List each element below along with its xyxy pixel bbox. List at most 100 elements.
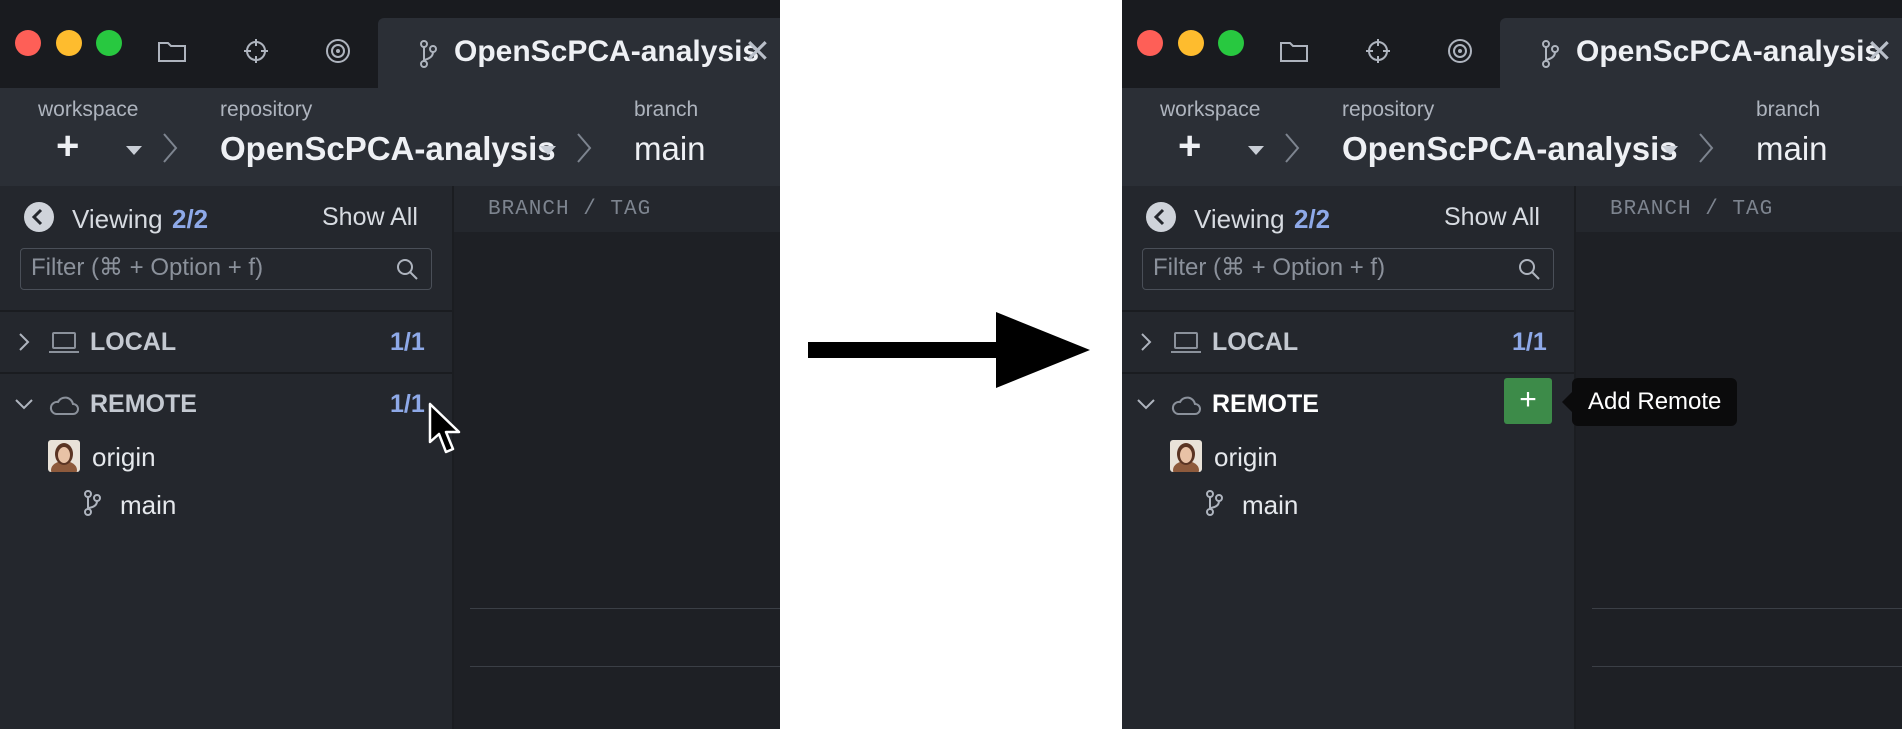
maximize-window-button[interactable] [96,30,122,56]
close-window-button[interactable] [15,30,41,56]
radar-icon[interactable] [1444,36,1476,66]
workspace-label: workspace [38,98,139,121]
add-workspace-button[interactable]: + [1178,124,1201,169]
minimize-window-button[interactable] [56,30,82,56]
chevron-right-icon[interactable] [14,332,34,352]
repository-label: repository [220,98,313,121]
remote-branch-main[interactable]: main [1242,490,1298,521]
remote-label: REMOTE [1212,390,1319,418]
show-all-button[interactable]: Show All [322,203,418,232]
title-bar: OpenScPCA-analysis ✕ [0,0,780,88]
branch-icon [1542,40,1559,68]
back-arrow-icon[interactable] [1146,202,1176,232]
branch-icon [420,40,437,68]
filter-field[interactable] [1142,248,1554,290]
tab-title: OpenScPCA-analysis [1576,35,1882,68]
branch-list: BRANCH / TAG [1576,186,1902,729]
branch-icon [84,490,101,516]
crosshair-icon[interactable] [240,36,272,66]
divider [470,666,780,667]
radar-icon[interactable] [322,36,354,66]
divider [0,310,452,312]
section-local[interactable]: LOCAL 1/1 [1122,314,1574,372]
workspace-label: workspace [1160,98,1261,121]
window-after: OpenScPCA-analysis ✕ workspace + reposit… [1122,0,1902,729]
transition-arrow-icon [808,312,1090,388]
branch-list: BRANCH / TAG [454,186,780,729]
viewing-label: Viewing [1194,204,1285,234]
local-count: 1/1 [1512,328,1547,356]
show-all-button[interactable]: Show All [1444,203,1540,232]
local-label: LOCAL [1212,328,1299,356]
repo-toolbar: workspace + repository OpenScPCA-analysi… [1122,88,1902,186]
title-bar: OpenScPCA-analysis ✕ [1122,0,1902,88]
cloud-icon [1171,396,1201,415]
add-remote-button[interactable]: + [1504,378,1552,424]
window-before: OpenScPCA-analysis ✕ workspace + reposit… [0,0,780,729]
section-remote[interactable]: REMOTE 1/1 [0,376,452,434]
tab-repository[interactable]: OpenScPCA-analysis ✕ [1500,18,1902,88]
repository-dropdown-icon[interactable] [1662,146,1678,155]
sidebar: Viewing 2/2 Show All LOCAL 1/1 REMOTE + … [1122,186,1576,729]
divider [1592,608,1902,609]
local-label: LOCAL [90,328,177,356]
local-count: 1/1 [390,328,425,356]
repo-toolbar: workspace + repository OpenScPCA-analysi… [0,88,780,186]
cloud-icon [49,396,79,415]
close-tab-icon[interactable]: ✕ [744,32,771,70]
laptop-icon [1171,332,1201,353]
filter-input[interactable] [31,254,381,282]
remote-label: REMOTE [90,390,197,418]
chevron-right-icon [1699,133,1714,163]
workspace-dropdown-icon[interactable] [126,146,142,155]
chevron-down-icon[interactable] [1136,394,1156,414]
repository-dropdown-icon[interactable] [540,146,556,155]
divider [0,372,452,374]
section-local[interactable]: LOCAL 1/1 [0,314,452,372]
column-header: BRANCH / TAG [1576,186,1902,232]
remote-origin[interactable]: origin [92,442,156,473]
folder-icon[interactable] [156,36,188,66]
remote-origin[interactable]: origin [1214,442,1278,473]
folder-icon[interactable] [1278,36,1310,66]
branch-tag-header: BRANCH / TAG [1610,198,1774,221]
remote-count: 1/1 [390,390,425,418]
chevron-right-icon [163,133,178,163]
minimize-window-button[interactable] [1178,30,1204,56]
crosshair-icon[interactable] [1362,36,1394,66]
workspace-dropdown-icon[interactable] [1248,146,1264,155]
chevron-right-icon[interactable] [1136,332,1156,352]
repository-selector[interactable]: OpenScPCA-analysis [220,130,556,168]
avatar [48,440,80,472]
back-arrow-icon[interactable] [24,202,54,232]
tab-repository[interactable]: OpenScPCA-analysis ✕ [378,18,780,88]
add-workspace-button[interactable]: + [56,124,79,169]
repository-selector[interactable]: OpenScPCA-analysis [1342,130,1678,168]
divider [1122,310,1574,312]
branch-icon [1206,490,1223,516]
cursor-icon [428,402,461,454]
add-remote-tooltip: Add Remote [1572,378,1738,426]
chevron-down-icon[interactable] [14,394,34,414]
viewing-label: Viewing [72,204,163,234]
viewing-count: 2/2 [172,204,209,234]
branch-tag-header: BRANCH / TAG [488,198,652,221]
close-tab-icon[interactable]: ✕ [1866,32,1893,70]
close-window-button[interactable] [1137,30,1163,56]
tooltip-arrow [1562,392,1572,412]
branch-selector[interactable]: main [634,130,706,168]
remote-branch-main[interactable]: main [120,490,176,521]
filter-input[interactable] [1153,254,1503,282]
branch-selector[interactable]: main [1756,130,1828,168]
tab-title: OpenScPCA-analysis [454,35,760,68]
chevron-right-icon [1285,133,1300,163]
divider [470,608,780,609]
maximize-window-button[interactable] [1218,30,1244,56]
avatar [1170,440,1202,472]
repository-label: repository [1342,98,1435,121]
column-header: BRANCH / TAG [454,186,780,232]
laptop-icon [49,332,79,353]
sidebar: Viewing 2/2 Show All LOCAL 1/1 REMOTE 1/… [0,186,454,729]
divider [1122,372,1574,374]
filter-field[interactable] [20,248,432,290]
